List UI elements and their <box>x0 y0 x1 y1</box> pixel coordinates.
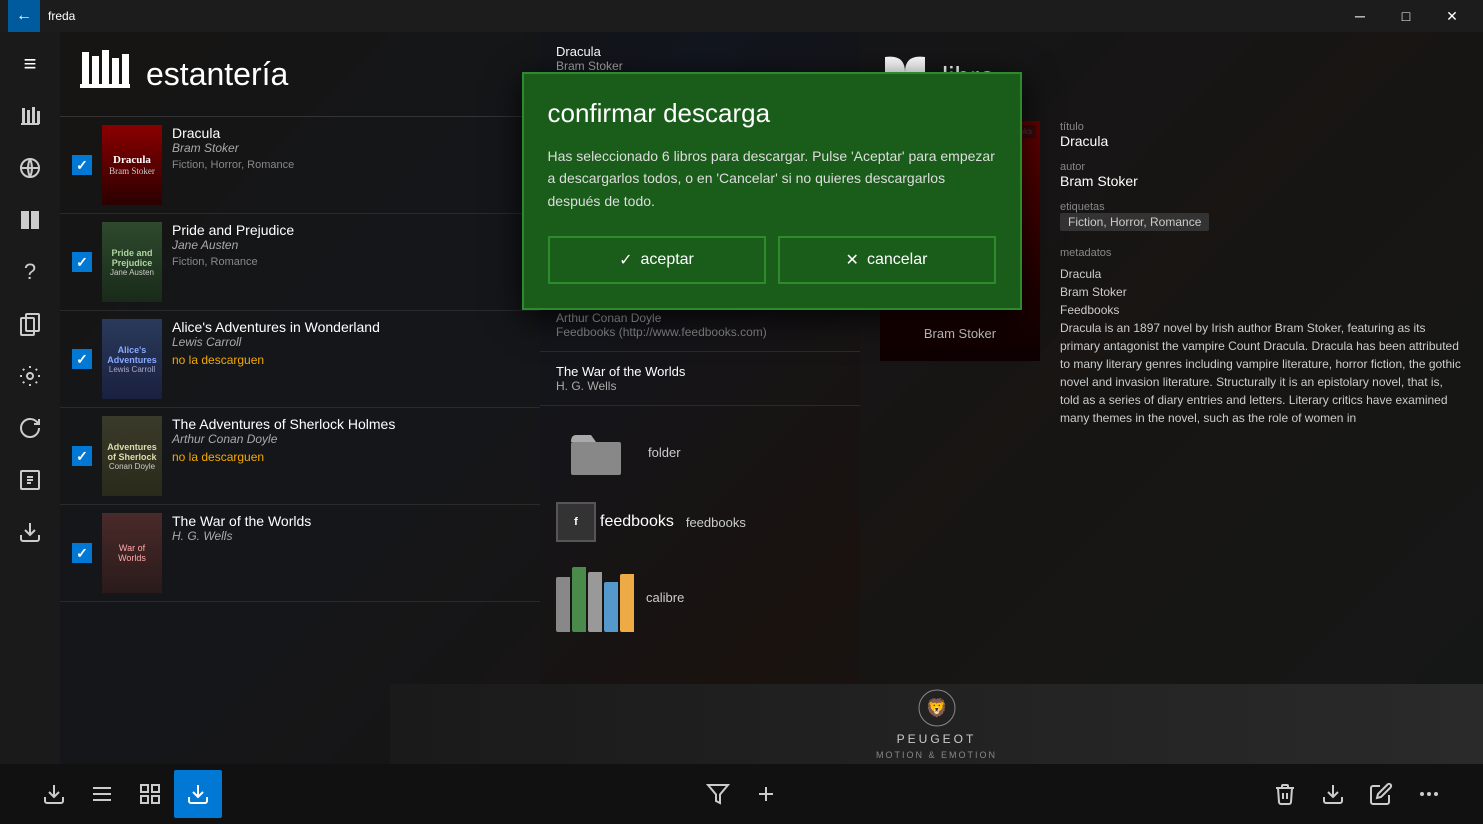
app-title: freda <box>48 9 75 23</box>
dialog-body: Has seleccionado 6 libros para descargar… <box>548 145 996 212</box>
sidebar-item-catalog[interactable] <box>6 456 54 504</box>
titlebar-left: ← freda <box>8 0 75 32</box>
maximize-button[interactable]: □ <box>1383 0 1429 32</box>
sidebar-item-hamburger[interactable]: ≡ <box>6 40 54 88</box>
sidebar-item-columns[interactable] <box>6 196 54 244</box>
sidebar-item-globe[interactable] <box>6 144 54 192</box>
close-icon: ✕ <box>1446 8 1458 25</box>
cancel-button[interactable]: ✕ cancelar <box>778 236 996 284</box>
back-icon: ← <box>16 7 32 25</box>
app-container: ≡ ? <box>0 32 1483 824</box>
sidebar-item-copypaste[interactable] <box>6 300 54 348</box>
dialog-overlay: confirmar descarga Has seleccionado 6 li… <box>60 32 1483 824</box>
titlebar: ← freda ─ □ ✕ <box>0 0 1483 32</box>
minimize-icon: ─ <box>1355 8 1365 24</box>
dialog-buttons: ✓ aceptar ✕ cancelar <box>548 236 996 284</box>
back-button[interactable]: ← <box>8 0 40 32</box>
cancel-icon: ✕ <box>846 250 859 270</box>
sidebar-item-help[interactable]: ? <box>6 248 54 296</box>
sidebar-item-download-alt[interactable] <box>6 508 54 556</box>
accept-label: aceptar <box>641 251 694 269</box>
sidebar: ≡ ? <box>0 32 60 824</box>
sidebar-item-refresh[interactable] <box>6 404 54 452</box>
maximize-icon: □ <box>1402 8 1410 24</box>
minimize-button[interactable]: ─ <box>1337 0 1383 32</box>
cancel-label: cancelar <box>867 251 927 269</box>
confirm-dialog: confirmar descarga Has seleccionado 6 li… <box>522 72 1022 310</box>
accept-icon: ✓ <box>619 250 632 270</box>
close-button[interactable]: ✕ <box>1429 0 1475 32</box>
sidebar-item-settings[interactable] <box>6 352 54 400</box>
dialog-title: confirmar descarga <box>548 98 996 129</box>
content-area: estantería Dracula Bram Stoker Dracula B… <box>60 32 1483 824</box>
sidebar-item-bookshelf[interactable] <box>6 92 54 140</box>
accept-button[interactable]: ✓ aceptar <box>548 236 766 284</box>
titlebar-controls: ─ □ ✕ <box>1337 0 1475 32</box>
